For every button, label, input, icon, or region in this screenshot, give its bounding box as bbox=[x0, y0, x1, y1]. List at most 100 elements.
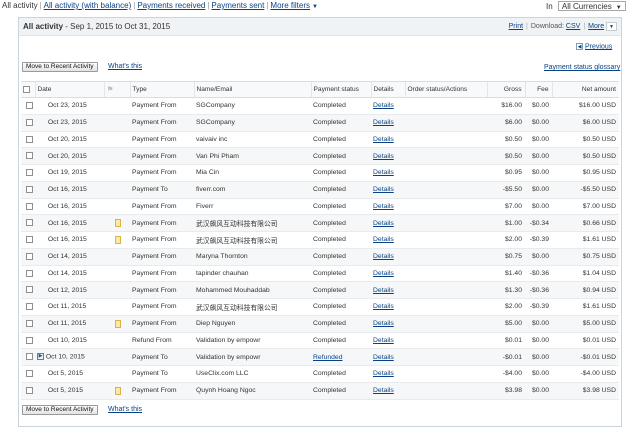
row-checkbox[interactable] bbox=[25, 386, 33, 394]
row-checkbox[interactable] bbox=[25, 152, 33, 160]
column-header-name-email[interactable]: Name/Email bbox=[193, 81, 311, 98]
row-checkbox[interactable] bbox=[25, 219, 33, 227]
row-date: Oct 16, 2015 bbox=[47, 219, 87, 227]
details-link[interactable]: Details bbox=[373, 337, 394, 344]
column-header-payment-status[interactable]: Payment status bbox=[310, 81, 371, 98]
row-status-cell: Completed bbox=[311, 131, 371, 149]
column-header-fee[interactable]: Fee bbox=[524, 81, 552, 98]
whats-this-link-top[interactable]: What's this bbox=[108, 63, 142, 70]
row-checkbox[interactable] bbox=[25, 252, 33, 260]
row-type: Payment From bbox=[130, 164, 194, 182]
row-select-cell bbox=[21, 131, 35, 149]
tab-payments-sent[interactable]: Payments sent bbox=[211, 1, 264, 10]
more-dropdown[interactable]: ▼ bbox=[606, 22, 617, 31]
details-link[interactable]: Details bbox=[373, 169, 394, 176]
row-date: Oct 10, 2015 bbox=[47, 336, 87, 344]
arrow-left-icon[interactable]: ◀ bbox=[576, 43, 583, 50]
note-icon[interactable] bbox=[115, 386, 121, 395]
details-link[interactable]: Details bbox=[373, 303, 394, 310]
chevron-down-icon[interactable]: ▼ bbox=[312, 4, 318, 10]
row-checkbox[interactable] bbox=[25, 169, 33, 177]
row-order-status bbox=[405, 298, 487, 316]
details-link[interactable]: Details bbox=[373, 236, 394, 243]
table-row: Oct 20, 2015 Payment From vaivaiv inc Compl… bbox=[21, 131, 619, 149]
row-checkbox[interactable] bbox=[25, 319, 33, 327]
details-link[interactable]: Details bbox=[373, 136, 394, 143]
details-link[interactable]: Details bbox=[373, 153, 394, 160]
details-link[interactable]: Details bbox=[373, 320, 394, 327]
column-header-date[interactable]: Date bbox=[34, 81, 104, 98]
column-header-gross[interactable]: Gross bbox=[486, 81, 525, 98]
move-to-recent-button-bottom[interactable]: Move to Recent Activity bbox=[22, 405, 98, 415]
row-checkbox[interactable] bbox=[25, 269, 33, 277]
row-checkbox[interactable] bbox=[25, 286, 33, 294]
row-date-cell: Oct 14, 2015 bbox=[35, 265, 104, 283]
row-net-amount: -$4.00 USD bbox=[552, 365, 619, 383]
row-checkbox[interactable] bbox=[25, 185, 33, 193]
row-type: Payment From bbox=[130, 248, 194, 266]
row-checkbox[interactable] bbox=[25, 102, 33, 110]
activity-title: All activity bbox=[23, 22, 64, 31]
row-checkbox[interactable] bbox=[25, 202, 33, 210]
expand-icon[interactable]: ▶ bbox=[37, 353, 44, 361]
details-link[interactable]: Details bbox=[373, 203, 394, 210]
tab-all-activity-with-balance[interactable]: All activity (with balance) bbox=[44, 1, 132, 10]
row-checkbox[interactable] bbox=[25, 118, 33, 126]
row-date-cell: Oct 20, 2015 bbox=[35, 147, 104, 165]
row-status-cell: Completed bbox=[311, 164, 371, 182]
payment-status-glossary-link[interactable]: Payment status glossary bbox=[544, 64, 620, 71]
row-select-cell bbox=[21, 281, 35, 299]
column-header-net-amount[interactable]: Net amount bbox=[551, 81, 619, 98]
row-type: Payment From bbox=[130, 281, 194, 299]
row-order-status bbox=[405, 348, 487, 366]
details-link[interactable]: Details bbox=[373, 119, 394, 126]
row-note-cell bbox=[104, 315, 130, 333]
row-checkbox[interactable] bbox=[25, 236, 33, 244]
row-details-cell: Details bbox=[371, 164, 405, 182]
row-payment-status: Completed bbox=[313, 102, 346, 110]
row-checkbox[interactable] bbox=[25, 135, 33, 143]
note-icon[interactable] bbox=[115, 235, 121, 244]
whats-this-link-bottom[interactable]: What's this bbox=[108, 406, 142, 413]
note-icon[interactable] bbox=[115, 219, 121, 228]
row-type: Payment To bbox=[130, 181, 194, 199]
row-gross: $0.01 bbox=[487, 332, 525, 350]
previous-link[interactable]: Previous bbox=[585, 43, 612, 50]
row-checkbox[interactable] bbox=[25, 353, 33, 361]
row-gross: $0.50 bbox=[487, 147, 525, 165]
note-icon[interactable] bbox=[115, 319, 121, 328]
print-link[interactable]: Print bbox=[509, 23, 523, 30]
row-checkbox[interactable] bbox=[25, 303, 33, 311]
details-link[interactable]: Details bbox=[373, 354, 394, 361]
column-header-type[interactable]: Type bbox=[129, 81, 194, 98]
row-select-cell bbox=[21, 248, 35, 266]
details-link[interactable]: Details bbox=[373, 253, 394, 260]
tab-more-filters[interactable]: More filters bbox=[270, 1, 310, 10]
details-link[interactable]: Details bbox=[373, 186, 394, 193]
row-date: Oct 20, 2015 bbox=[47, 135, 87, 143]
row-note-cell bbox=[104, 181, 130, 199]
details-link[interactable]: Details bbox=[373, 270, 394, 277]
details-link[interactable]: Details bbox=[373, 387, 394, 394]
currency-select[interactable]: All Currencies ▼ bbox=[557, 1, 626, 11]
more-link[interactable]: More bbox=[588, 23, 604, 30]
details-link[interactable]: Details bbox=[373, 287, 394, 294]
move-to-recent-button-top[interactable]: Move to Recent Activity bbox=[22, 62, 98, 72]
select-all-checkbox[interactable] bbox=[23, 85, 30, 93]
tab-payments-received[interactable]: Payments received bbox=[137, 1, 205, 10]
row-date-cell: Oct 20, 2015 bbox=[35, 131, 104, 149]
tab-all-activity[interactable]: All activity bbox=[2, 1, 38, 10]
details-link[interactable]: Details bbox=[373, 102, 394, 109]
csv-link[interactable]: CSV bbox=[566, 23, 580, 30]
row-date-cell: Oct 23, 2015 bbox=[35, 97, 104, 115]
row-payment-status[interactable]: Refunded bbox=[313, 354, 342, 361]
row-name: tapinder chauhan bbox=[194, 265, 311, 283]
row-checkbox[interactable] bbox=[25, 370, 33, 378]
row-name: UseClix.com LLC bbox=[194, 365, 311, 383]
row-date: Oct 19, 2015 bbox=[47, 169, 87, 177]
details-link[interactable]: Details bbox=[373, 220, 394, 227]
row-order-status bbox=[405, 198, 487, 216]
row-checkbox[interactable] bbox=[25, 336, 33, 344]
row-note-cell bbox=[104, 265, 130, 283]
details-link[interactable]: Details bbox=[373, 370, 394, 377]
